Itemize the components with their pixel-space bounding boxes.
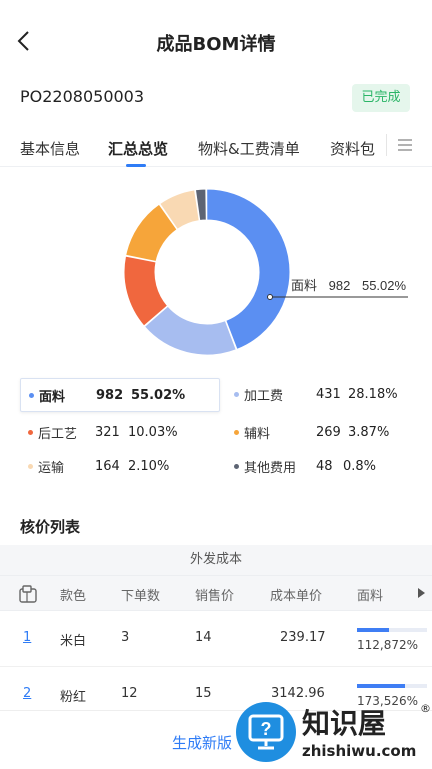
- cost-donut-chart: 面料 982 55.02%: [123, 188, 408, 356]
- page-title: 成品BOM详情: [156, 34, 276, 55]
- legend-percent: 3.87%: [348, 424, 390, 440]
- legend-value: 982: [96, 387, 124, 403]
- legend-item-fabric[interactable]: 面料 982 55.02%: [20, 378, 220, 412]
- legend-dot: [28, 463, 33, 469]
- callout-percent: 55.02%: [362, 278, 407, 293]
- order-number: PO2208050003: [20, 87, 145, 106]
- legend-percent: 55.02%: [131, 387, 186, 403]
- legend-name: 其他费用: [244, 460, 297, 476]
- column-header-color: 款色: [60, 589, 87, 604]
- status-badge: 已完成: [352, 84, 410, 112]
- legend-dot: [234, 391, 239, 397]
- tab-summary[interactable]: 汇总总览: [108, 138, 168, 159]
- legend-item-shipping[interactable]: 运输 164 2.10%: [20, 450, 218, 482]
- column-header-order-qty: 下单数: [121, 589, 161, 604]
- tab-basic-info[interactable]: 基本信息: [20, 138, 80, 159]
- watermark-site: zhishiwu.com: [302, 742, 417, 760]
- watermark-title: 知识屋: [302, 707, 387, 740]
- legend-percent: 2.10%: [128, 458, 170, 474]
- row-order-qty: 3: [121, 630, 130, 645]
- svg-text:面料 982 55.02%: 面料 982 55.02%: [291, 278, 407, 293]
- tab-materials-labor[interactable]: 物料&工费清单: [198, 138, 300, 159]
- watermark-logo: ?: [236, 702, 296, 762]
- legend-percent: 28.18%: [348, 386, 398, 402]
- tab-data-package[interactable]: 资料包: [330, 138, 375, 159]
- generate-new-version-button[interactable]: 生成新版: [172, 732, 232, 753]
- watermark: ? 知识屋 ® zhishiwu.com: [232, 700, 432, 768]
- legend-dot: [234, 463, 239, 469]
- row-index-link[interactable]: 2: [23, 686, 31, 701]
- row-index-link[interactable]: 1: [23, 630, 31, 645]
- callout-label: 面料: [291, 278, 317, 293]
- svg-text:?: ?: [261, 719, 272, 739]
- legend-value: 269: [316, 424, 341, 440]
- column-header-unit-cost: 成本单价: [270, 589, 323, 604]
- legend-value: 48: [316, 458, 333, 474]
- legend-name: 面料: [39, 389, 66, 405]
- chart-legend: 面料 982 55.02% 加工费 431 28.18% 后工艺 321 10.…: [20, 378, 420, 498]
- row-order-qty: 12: [121, 686, 138, 701]
- row-unit-cost: 3142.96: [271, 686, 325, 701]
- table-row: 1 米白 3 14 239.17 112,872%: [0, 610, 432, 667]
- row-sale-price: 14: [195, 630, 212, 645]
- row-unit-cost: 239.17: [280, 630, 326, 645]
- legend-name: 后工艺: [38, 426, 78, 442]
- legend-name: 加工费: [244, 388, 284, 404]
- legend-item-post-process[interactable]: 后工艺 321 10.03%: [20, 416, 218, 448]
- legend-value: 431: [316, 386, 341, 402]
- tab-bar: 基本信息 汇总总览 物料&工费清单 资料包: [0, 122, 432, 167]
- legend-name: 运输: [38, 460, 65, 476]
- legend-percent: 10.03%: [128, 424, 178, 440]
- column-header-sale-price: 销售价: [195, 589, 235, 604]
- legend-value: 321: [95, 424, 120, 440]
- table-header: 款色 下单数 销售价 成本单价 面料: [0, 576, 432, 611]
- table-settings-icon[interactable]: [18, 584, 38, 604]
- legend-dot: [234, 429, 239, 435]
- menu-icon[interactable]: [396, 136, 414, 154]
- legend-item-other-costs[interactable]: 其他费用 48 0.8%: [234, 450, 420, 482]
- legend-percent: 0.8%: [343, 458, 377, 474]
- legend-value: 164: [95, 458, 120, 474]
- outsourcing-cost-header: 外发成本: [0, 545, 432, 576]
- tab-separator: [386, 134, 387, 156]
- legend-dot: [28, 429, 33, 435]
- callout-value: 982: [329, 278, 351, 293]
- row-color: 米白: [60, 634, 87, 649]
- scroll-right-icon[interactable]: [416, 587, 426, 599]
- legend-item-accessories[interactable]: 辅料 269 3.87%: [234, 416, 420, 448]
- row-color: 粉红: [60, 690, 87, 705]
- question-monitor-icon: ?: [248, 714, 284, 750]
- legend-item-processing-fee[interactable]: 加工费 431 28.18%: [234, 378, 420, 410]
- legend-dot: [29, 392, 34, 398]
- fabric-progress-bar: [357, 628, 427, 632]
- fabric-progress-bar: [357, 684, 427, 688]
- legend-name: 辅料: [244, 426, 271, 442]
- nav-bar: 成品BOM详情: [0, 0, 432, 84]
- column-header-fabric: 面料: [357, 589, 384, 604]
- row-sale-price: 15: [195, 686, 212, 701]
- row-fabric-percent: 112,872%: [357, 638, 419, 652]
- watermark-registered: ®: [420, 702, 431, 715]
- pricing-list-title: 核价列表: [20, 518, 81, 536]
